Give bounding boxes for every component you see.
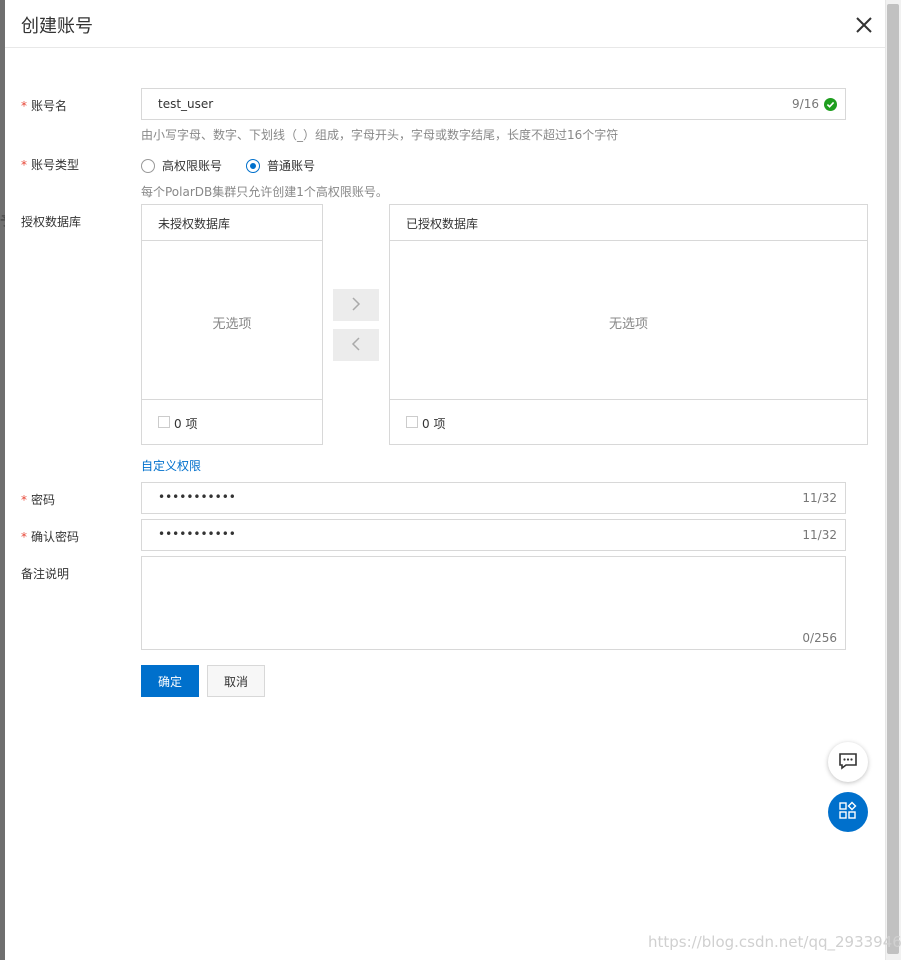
unauthorized-db-title: 未授权数据库 xyxy=(142,205,322,241)
account-type-hint: 每个PolarDB集群只允许创建1个高权限账号。 xyxy=(141,185,388,199)
remark-textarea[interactable]: 0/256 xyxy=(141,556,846,650)
apps-button[interactable] xyxy=(828,792,868,832)
account-type-label: 账号类型 xyxy=(21,156,79,173)
apps-icon xyxy=(838,801,858,824)
authorized-db-list: 已授权数据库 无选项 0 项 xyxy=(389,204,868,445)
authorized-db-empty: 无选项 xyxy=(608,317,648,332)
password-value: ••••••••••• xyxy=(158,490,236,504)
cancel-button[interactable]: 取消 xyxy=(207,665,265,697)
unauthorized-db-footer: 0 项 xyxy=(142,399,322,444)
confirm-password-input[interactable]: ••••••••••• 11/32 xyxy=(141,519,846,551)
password-label: 密码 xyxy=(21,491,55,508)
close-icon[interactable] xyxy=(853,14,875,36)
confirm-password-value: ••••••••••• xyxy=(158,527,236,541)
username-count: 9/16 xyxy=(792,97,819,111)
select-all-checkbox[interactable] xyxy=(158,416,170,428)
watermark-text: https://blog.csdn.net/qq_29339467 xyxy=(648,933,901,951)
authorized-db-title: 已授权数据库 xyxy=(390,205,867,241)
radio-normal-label: 普通账号 xyxy=(267,159,316,173)
username-value: test_user xyxy=(158,97,214,111)
check-circle-icon xyxy=(824,98,837,114)
chevron-right-icon xyxy=(351,296,361,314)
chevron-left-icon xyxy=(351,336,361,354)
remark-label: 备注说明 xyxy=(21,567,70,581)
scrollbar-thumb[interactable] xyxy=(887,4,899,954)
password-count: 11/32 xyxy=(802,491,837,505)
move-right-button[interactable] xyxy=(333,289,379,321)
remark-count: 0/256 xyxy=(802,631,837,645)
select-all-checkbox[interactable] xyxy=(406,416,418,428)
unauthorized-db-list: 未授权数据库 无选项 0 项 xyxy=(141,204,323,445)
confirm-button[interactable]: 确定 xyxy=(141,665,199,697)
dialog-panel xyxy=(5,0,885,960)
databases-label: 授权数据库 xyxy=(21,215,82,229)
radio-super-account[interactable]: 高权限账号 xyxy=(141,157,222,174)
unauthorized-db-empty: 无选项 xyxy=(212,317,252,332)
move-left-button[interactable] xyxy=(333,329,379,361)
username-label: 账号名 xyxy=(21,97,67,114)
radio-normal-account[interactable]: 普通账号 xyxy=(246,157,315,174)
authorized-db-footer: 0 项 xyxy=(390,399,867,444)
radio-super-label: 高权限账号 xyxy=(162,159,223,173)
radio-checked-icon xyxy=(246,158,260,173)
username-input[interactable]: test_user 9/16 xyxy=(141,88,846,120)
radio-circle-icon xyxy=(141,158,155,173)
username-hint: 由小写字母、数字、下划线（_）组成，字母开头，字母或数字结尾，长度不超过16个字… xyxy=(141,128,619,142)
password-input[interactable]: ••••••••••• 11/32 xyxy=(141,482,846,514)
truncated-label-edge: 予 xyxy=(0,212,5,229)
confirm-password-label: 确认密码 xyxy=(21,528,79,545)
chat-icon xyxy=(838,751,858,774)
confirm-password-count: 11/32 xyxy=(802,528,837,542)
unauthorized-db-count: 0 项 xyxy=(174,417,198,431)
dialog-title: 创建账号 xyxy=(21,16,93,37)
dialog-header: 创建账号 xyxy=(5,0,885,48)
authorized-db-count: 0 项 xyxy=(422,417,446,431)
custom-permission-link[interactable]: 自定义权限 xyxy=(141,457,201,474)
chat-button[interactable] xyxy=(828,742,868,782)
